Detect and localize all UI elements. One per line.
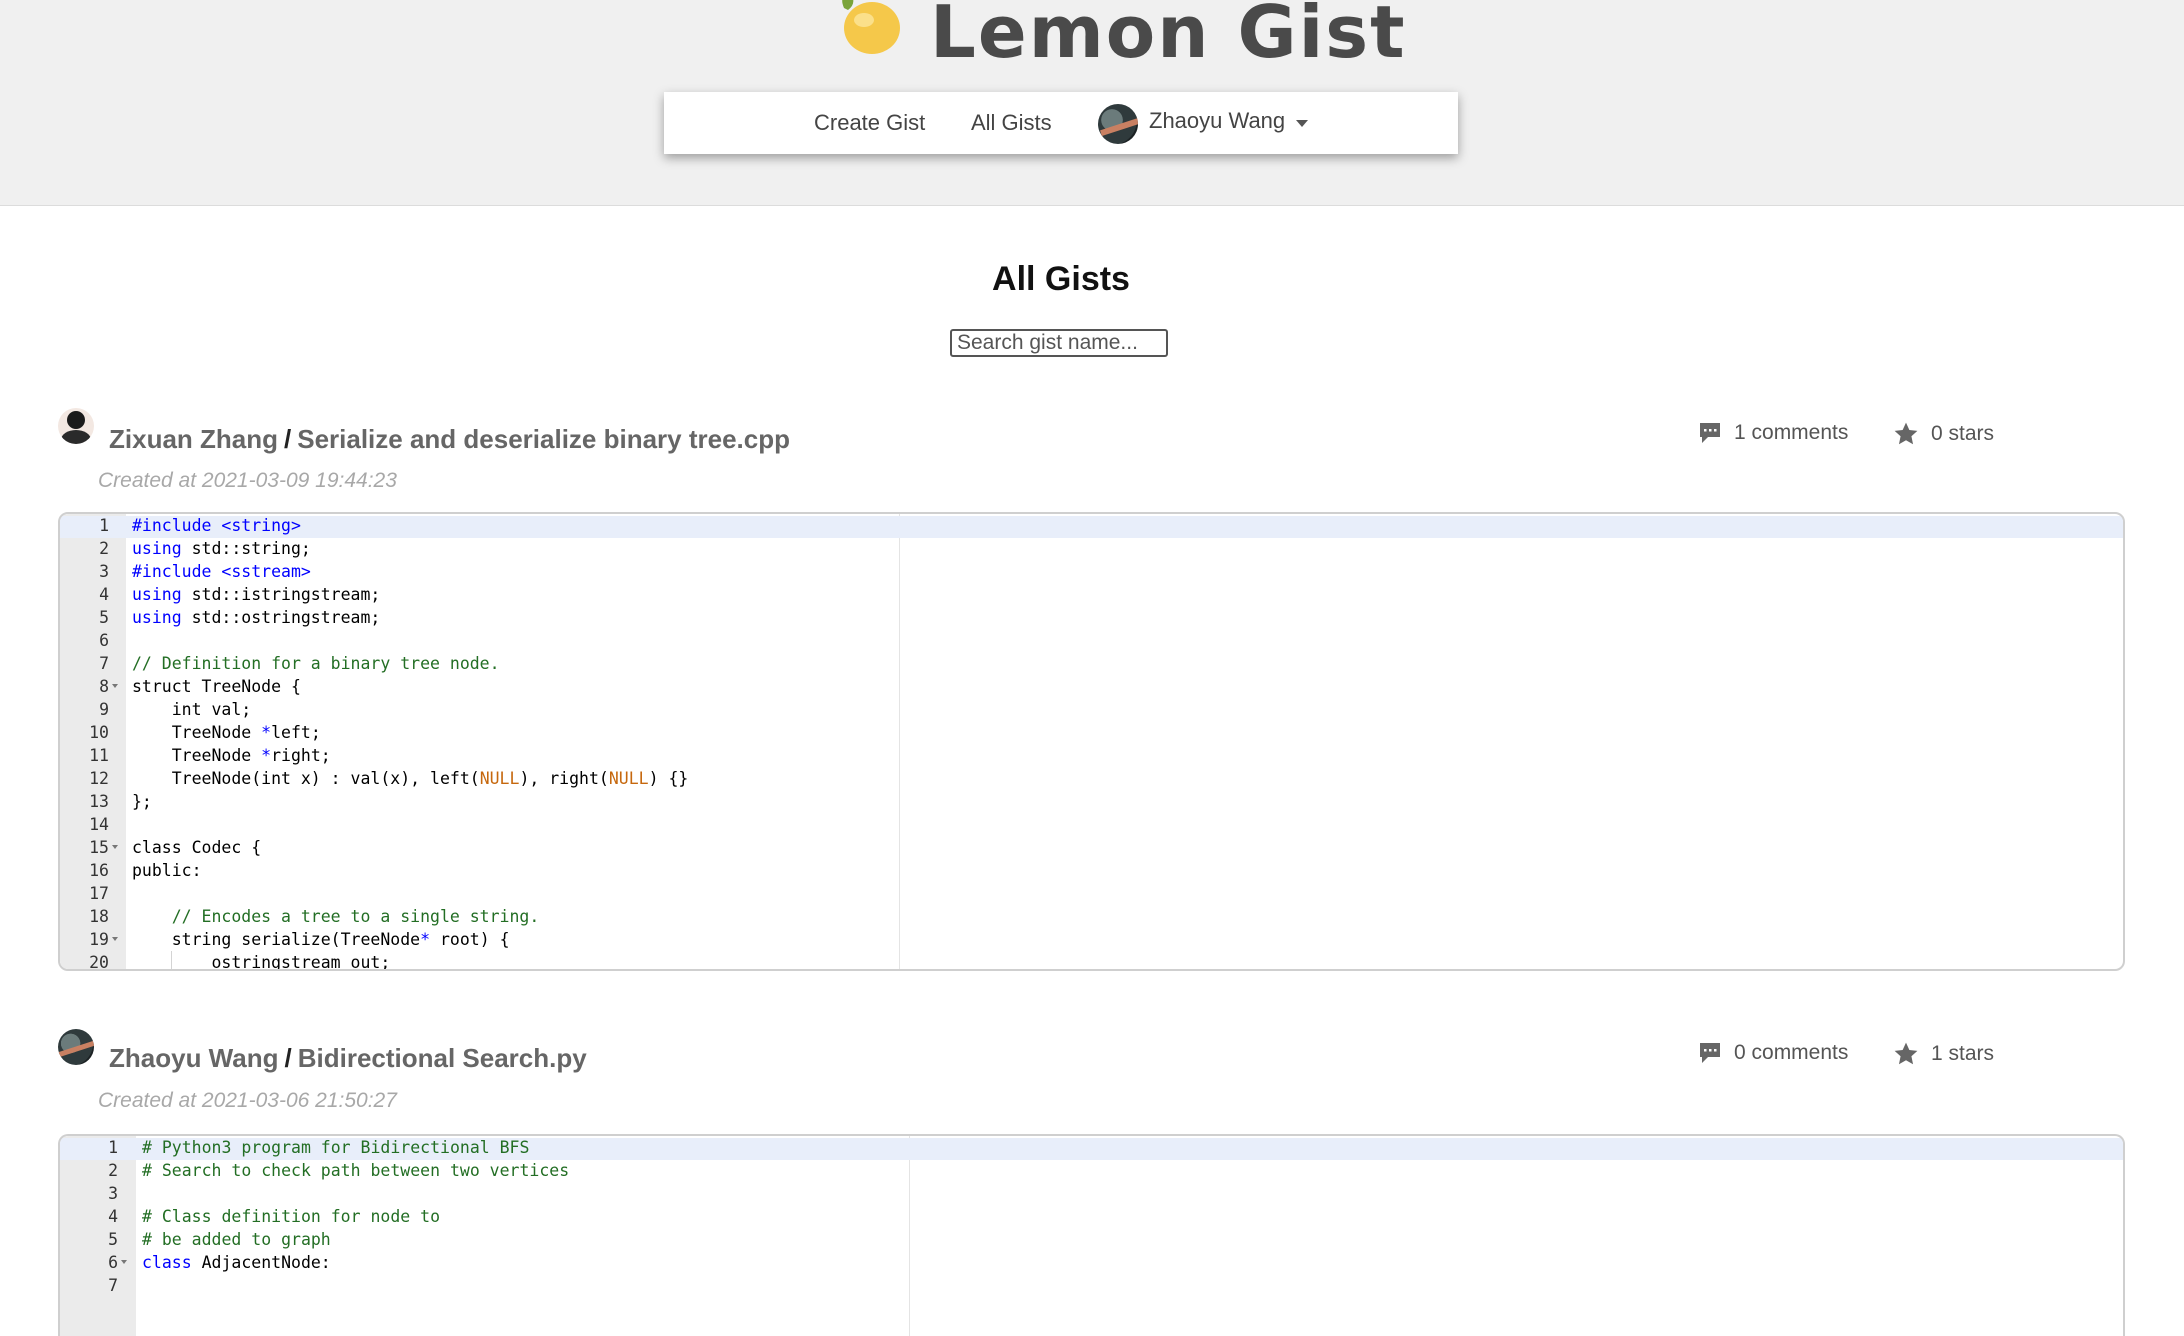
stars-count[interactable]: 1 stars (1893, 1041, 1994, 1067)
code-line: 7// Definition for a binary tree node. (99, 654, 500, 673)
caret-down-icon[interactable] (1296, 120, 1308, 127)
code-line: 17 (89, 884, 109, 903)
code-line: 5 using std::ostringstream; (99, 608, 381, 627)
comment-icon (1700, 423, 1720, 443)
code-line: 3 #include <sstream> (99, 562, 311, 581)
code-line: 13}; (89, 792, 152, 811)
code-line: 8 struct TreeNode { (99, 677, 301, 696)
code-line: 5 # be added to graph (108, 1230, 331, 1249)
lemon-logo-icon (842, 0, 900, 54)
created-date: Created at 2021-03-06 21:50:27 (98, 1089, 397, 1112)
comments-count[interactable]: 0 comments (1698, 1041, 1848, 1065)
top-bar: Lemon Gist Create Gist All Gists Zhaoyu … (0, 0, 2184, 206)
code-line: 2 using std::string; (99, 539, 311, 558)
gist-name-link[interactable]: Serialize and deserialize binary tree.cp… (297, 424, 790, 454)
gist-title: Zhaoyu Wang / Bidirectional Search.py (109, 1043, 587, 1073)
app-title: Lemon Gist (930, 0, 1407, 74)
comments-label: 1 comments (1734, 421, 1849, 444)
page-title: All Gists (992, 260, 1130, 298)
code-line: 2 # Search to check path between two vert… (108, 1161, 570, 1180)
comments-label: 0 comments (1734, 1041, 1849, 1064)
code-editor[interactable]: 1 #include <string> 2 using std::string; 3… (58, 512, 2125, 971)
star-icon (1894, 1042, 1918, 1065)
fold-toggle-icon[interactable] (112, 845, 118, 849)
fold-toggle-icon[interactable] (121, 1260, 127, 1264)
gist-author-link[interactable]: Zixuan Zhang (109, 424, 278, 454)
star-icon (1894, 422, 1918, 445)
gist-title: Zixuan Zhang / Serialize and deserialize b… (109, 424, 791, 454)
code-line: 20 ostringstream out; (60, 951, 2123, 969)
comments-count[interactable]: 1 comments (1698, 421, 1848, 445)
comment-icon (1700, 1043, 1720, 1063)
code-line: 6 class AdjacentNode: (108, 1253, 331, 1272)
user-menu-name[interactable]: Zhaoyu Wang (1149, 108, 1285, 134)
code-line: 3 (108, 1184, 118, 1203)
gist-author-link[interactable]: Zhaoyu Wang (109, 1043, 278, 1073)
code-line: 4 # Class definition for node to (108, 1207, 441, 1226)
code-line: 19 string serialize(TreeNode* root) { (89, 930, 510, 949)
code-line: 1 # Python3 program for Bidirectional BFS (108, 1138, 530, 1157)
code-editor[interactable]: 1 # Python3 program for Bidirectional BFS… (58, 1134, 2125, 1336)
code-line: 18 // Encodes a tree to a single string. (89, 907, 540, 926)
code-line: 4 using std::istringstream; (99, 585, 381, 604)
code-line: 7 (108, 1276, 118, 1295)
nav-create-gist[interactable]: Create Gist (814, 110, 925, 136)
code-line: 10 TreeNode *left; (89, 723, 321, 742)
stars-count[interactable]: 0 stars (1893, 421, 1994, 447)
avatar[interactable] (1098, 104, 1138, 144)
nav-all-gists[interactable]: All Gists (971, 110, 1052, 136)
code-line: 6 (99, 631, 109, 650)
stars-label: 0 stars (1931, 422, 1995, 445)
created-date: Created at 2021-03-09 19:44:23 (98, 469, 397, 492)
code-line: 9 int val; (99, 700, 252, 719)
fold-toggle-icon[interactable] (112, 684, 118, 688)
fold-toggle-icon[interactable] (112, 937, 118, 941)
code-line: 15 class Codec { (89, 838, 262, 857)
main-nav: Create Gist All Gists Zhaoyu Wang (664, 92, 1458, 154)
code-line: 1 #include <string> (99, 516, 301, 535)
stars-label: 1 stars (1931, 1042, 1995, 1065)
avatar[interactable] (58, 408, 94, 444)
code-line: 11 TreeNode *right; (89, 746, 331, 765)
search-input[interactable] (950, 329, 1168, 357)
avatar[interactable] (58, 1029, 94, 1065)
code-line: 12 TreeNode(int x) : val(x), left(NULL),… (89, 769, 689, 788)
gist-name-link[interactable]: Bidirectional Search.py (298, 1043, 587, 1073)
code-line: 14 (89, 815, 109, 834)
code-line: 16 public: (89, 861, 202, 880)
